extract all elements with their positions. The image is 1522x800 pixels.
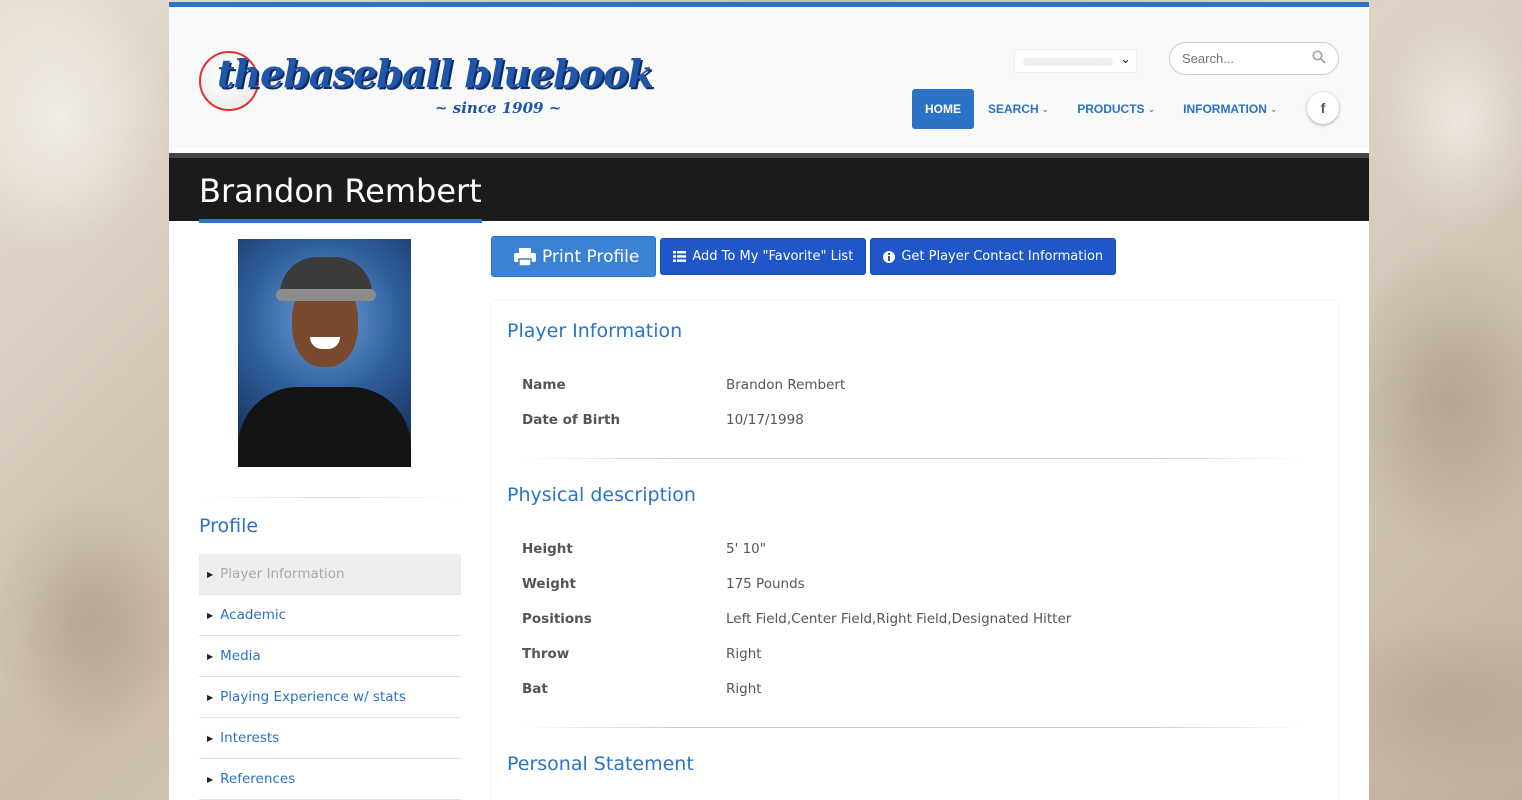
sidebar-item-label: Interests: [220, 730, 280, 746]
site-logo[interactable]: thebaseball bluebook ~ since 1909 ~: [199, 47, 654, 122]
sidebar-item-label: Academic: [220, 607, 287, 623]
info-label: Bat: [522, 680, 548, 697]
info-row-dob: Date of Birth 10/17/1998: [522, 402, 1302, 437]
info-icon: [883, 250, 896, 263]
sidebar-item-label: Player Information: [220, 566, 345, 582]
nav-information-label: INFORMATION: [1183, 102, 1267, 116]
physical-description-heading: Physical description: [507, 484, 696, 506]
sidebar-item-references[interactable]: ▶ References: [199, 759, 461, 800]
language-select-value: [1023, 58, 1113, 66]
info-value: Brandon Rembert: [726, 376, 846, 393]
info-row-name: Name Brandon Rembert: [522, 367, 1302, 402]
triangle-right-icon: ▶: [207, 610, 214, 620]
print-profile-label: Print Profile: [542, 246, 640, 267]
logo-the: the: [217, 51, 284, 96]
triangle-right-icon: ▶: [207, 569, 214, 579]
info-row-height: Height 5' 10": [522, 531, 1302, 566]
page-container: thebaseball bluebook ~ since 1909 ~ ⌄ HO…: [169, 2, 1369, 800]
logo-wordmark: thebaseball bluebook: [217, 51, 654, 96]
triangle-right-icon: ▶: [207, 733, 214, 743]
search-input[interactable]: [1182, 51, 1302, 66]
chevron-down-icon: ⌄: [1041, 103, 1050, 114]
contact-info-label: Get Player Contact Information: [901, 249, 1104, 264]
info-row-throw: Throw Right: [522, 636, 1302, 671]
info-row-bat: Bat Right: [522, 671, 1302, 706]
info-row-weight: Weight 175 Pounds: [522, 566, 1302, 601]
facebook-icon[interactable]: f: [1307, 92, 1339, 124]
nav-search-label: SEARCH: [988, 102, 1039, 116]
player-information-heading: Player Information: [507, 320, 683, 342]
profile-nav: ▶ Player Information ▶ Academic ▶ Media …: [199, 554, 461, 800]
page-title-bar: Brandon Rembert: [169, 153, 1369, 224]
info-row-positions: Positions Left Field,Center Field,Right …: [522, 601, 1302, 636]
nav-search[interactable]: SEARCH ⌄: [974, 89, 1063, 129]
info-label: Name: [522, 376, 566, 393]
logo-tagline: ~ since 1909 ~: [435, 99, 562, 117]
photo-cap-brim: [276, 289, 376, 301]
info-label: Height: [522, 540, 573, 557]
profile-heading: Profile: [199, 515, 259, 537]
info-value: 5' 10": [726, 540, 766, 557]
triangle-right-icon: ▶: [207, 692, 214, 702]
sidebar-divider: [199, 497, 461, 498]
profile-content: Player Information Name Brandon Rembert …: [491, 301, 1338, 800]
page-title: Brandon Rembert: [199, 173, 482, 224]
section-divider: [522, 458, 1302, 459]
add-favorite-label: Add To My "Favorite" List: [692, 249, 854, 264]
contact-info-button[interactable]: Get Player Contact Information: [870, 238, 1117, 275]
info-value: 175 Pounds: [726, 575, 805, 592]
add-favorite-button[interactable]: Add To My "Favorite" List: [660, 238, 867, 275]
sidebar-item-media[interactable]: ▶ Media: [199, 636, 461, 677]
triangle-right-icon: ▶: [207, 774, 214, 784]
sidebar-item-interests[interactable]: ▶ Interests: [199, 718, 461, 759]
info-label: Date of Birth: [522, 411, 621, 428]
section-divider: [522, 727, 1302, 728]
info-label: Positions: [522, 610, 592, 627]
sidebar-item-playing-experience[interactable]: ▶ Playing Experience w/ stats: [199, 677, 461, 718]
info-value: Left Field,Center Field,Right Field,Desi…: [726, 610, 1072, 627]
nav-products-label: PRODUCTS: [1077, 102, 1145, 116]
sidebar-item-player-information[interactable]: ▶ Player Information: [199, 554, 461, 595]
chevron-down-icon: ⌄: [1120, 52, 1131, 67]
nav-products[interactable]: PRODUCTS ⌄: [1063, 89, 1169, 129]
player-photo: [238, 239, 411, 467]
chevron-down-icon: ⌄: [1269, 103, 1278, 114]
info-value: 10/17/1998: [726, 411, 804, 428]
print-profile-button[interactable]: Print Profile: [491, 236, 657, 277]
info-label: Weight: [522, 575, 576, 592]
info-value: Right: [726, 645, 762, 662]
sidebar-item-label: Playing Experience w/ stats: [220, 689, 406, 705]
sidebar-item-academic[interactable]: ▶ Academic: [199, 595, 461, 636]
main-nav: HOME SEARCH ⌄ PRODUCTS ⌄ INFORMATION ⌄: [912, 89, 1291, 129]
info-label: Throw: [522, 645, 570, 662]
printer-icon: [514, 247, 536, 266]
personal-statement-heading: Personal Statement: [507, 753, 694, 775]
nav-home-label: HOME: [925, 102, 961, 116]
nav-home[interactable]: HOME: [912, 89, 974, 129]
info-value: Right: [726, 680, 762, 697]
language-select[interactable]: ⌄: [1014, 49, 1137, 73]
site-header: thebaseball bluebook ~ since 1909 ~ ⌄ HO…: [169, 7, 1369, 148]
nav-information[interactable]: INFORMATION ⌄: [1169, 89, 1291, 129]
list-icon: [673, 251, 687, 262]
photo-shirt: [238, 387, 411, 467]
profile-actions: Print Profile Add To My "Favorite" List …: [491, 236, 1117, 277]
logo-text: baseball bluebook: [283, 51, 653, 96]
search-box[interactable]: [1169, 42, 1339, 75]
triangle-right-icon: ▶: [207, 651, 214, 661]
search-icon[interactable]: [1312, 50, 1326, 64]
chevron-down-icon: ⌄: [1147, 103, 1156, 114]
sidebar-item-label: Media: [220, 648, 261, 664]
sidebar-item-label: References: [220, 771, 296, 787]
